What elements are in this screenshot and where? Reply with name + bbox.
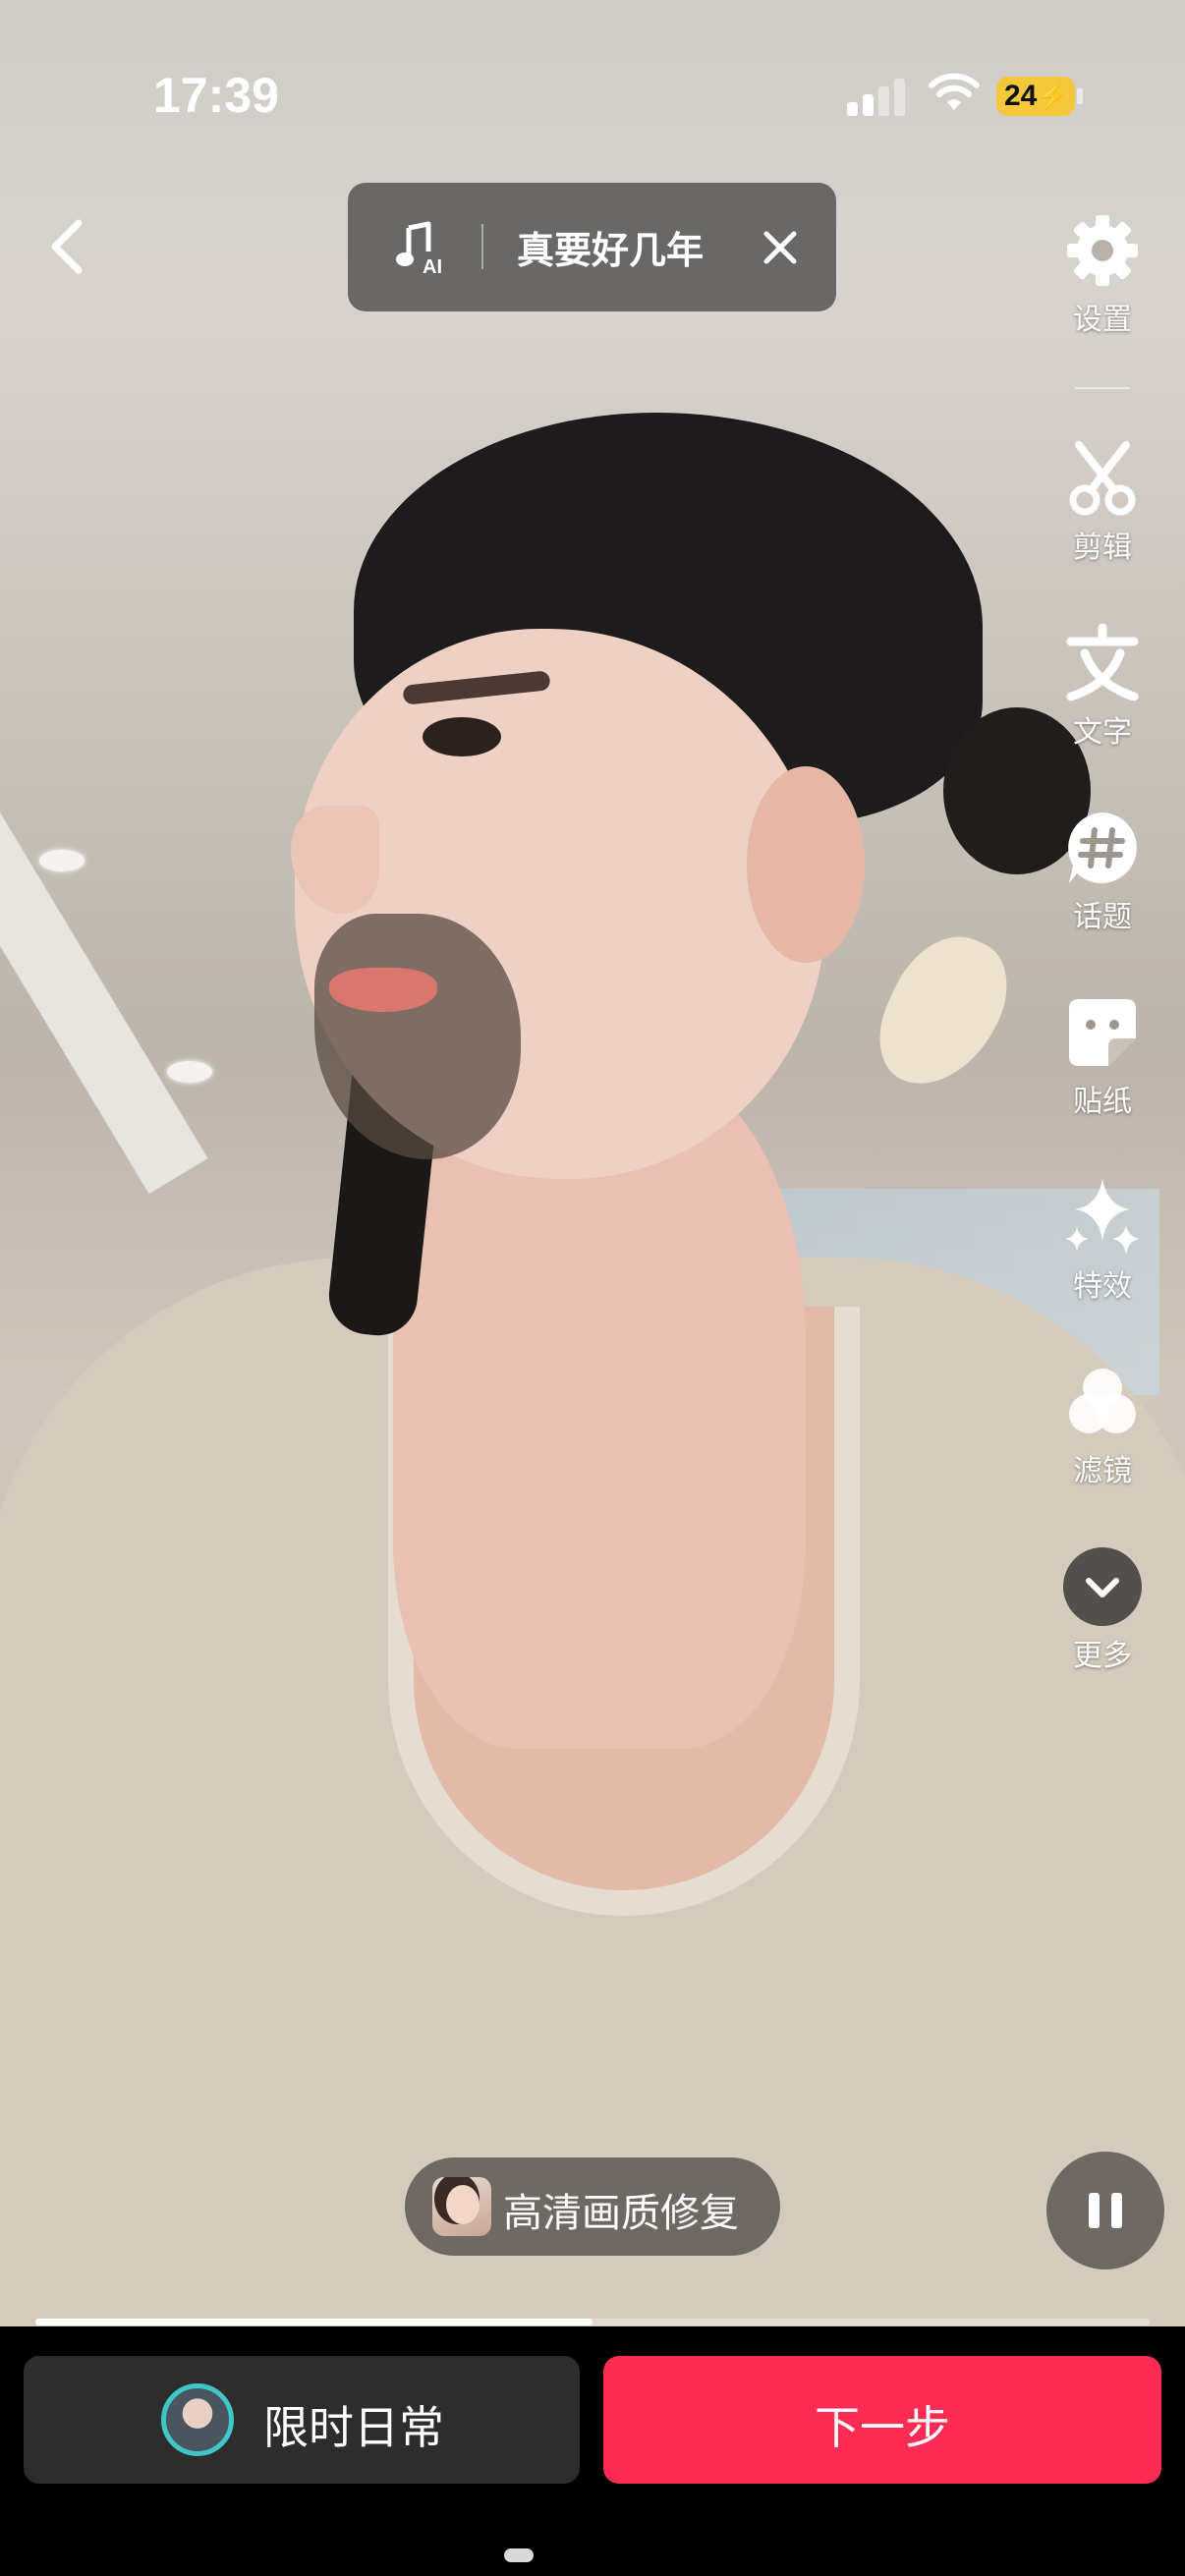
tool-label: 剪辑 [1073,531,1132,565]
hd-repair-label: 高清画质修复 [503,2191,739,2236]
pause-icon [1089,2193,1100,2228]
pill-divider [481,224,483,269]
status-time: 17:39 [153,68,279,123]
battery-icon: 24⚡ [996,77,1075,116]
tool-text[interactable]: 文字 [1040,619,1165,751]
ai-music-icon: AI [396,221,442,275]
sticker-icon [1069,999,1136,1066]
filter-icon [1069,1369,1136,1433]
chevron-down-icon [1063,1547,1142,1626]
playback-progress-fill [35,2319,592,2325]
close-icon [763,231,797,264]
subject-ear [747,766,865,963]
tool-filter[interactable]: 滤镜 [1040,1358,1165,1489]
tool-settings[interactable]: 设置 [1040,206,1165,338]
tool-more[interactable]: 更多 [1040,1542,1165,1674]
remove-music-button[interactable] [751,218,810,277]
selected-music-pill[interactable]: AI 真要好几年 [348,183,836,311]
playback-progress-bar[interactable] [35,2319,1150,2325]
tool-label: 特效 [1073,1269,1132,1304]
home-indicator [504,2548,534,2562]
video-preview[interactable] [0,0,1185,2326]
next-step-button[interactable]: 下一步 [603,2356,1161,2484]
tool-label: 贴纸 [1073,1085,1132,1119]
back-button[interactable] [37,212,96,281]
toolbar-divider [1075,387,1130,389]
daily-story-button[interactable]: 限时日常 [24,2356,580,2484]
tool-topic[interactable]: 话题 [1040,804,1165,935]
music-title: 真要好几年 [517,229,705,272]
tool-edit[interactable]: 剪辑 [1040,434,1165,566]
tool-effects[interactable]: 特效 [1040,1173,1165,1305]
pause-button[interactable] [1046,2152,1164,2269]
tool-label: 滤镜 [1073,1454,1132,1488]
hashtag-icon [1068,812,1137,883]
wifi-icon [929,73,980,110]
text-icon [1066,624,1139,701]
tool-label: 话题 [1073,900,1132,934]
battery-level: 24 [1004,80,1038,112]
tool-sticker[interactable]: 贴纸 [1040,988,1165,1120]
subject-eye [423,717,501,756]
tool-label: 设置 [1073,303,1132,337]
ceiling-light [167,1061,212,1083]
subject-lips [329,968,437,1012]
bottom-action-bar: 限时日常 下一步 [0,2326,1185,2576]
ceiling-light [39,850,85,871]
sparkle-icon [1065,1178,1140,1255]
scissors-icon [1069,441,1136,516]
tool-label: 文字 [1073,715,1132,750]
svg-text:AI: AI [423,256,442,275]
hd-repair-button[interactable]: 高清画质修复 [405,2157,780,2256]
daily-story-label: 限时日常 [263,2401,444,2454]
tool-label: 更多 [1073,1639,1132,1673]
beard-effect [314,914,521,1159]
battery-tip [1077,88,1083,104]
avatar [161,2383,234,2456]
next-step-label: 下一步 [815,2401,950,2454]
hd-repair-thumbnail [432,2177,491,2236]
gear-icon [1067,215,1138,286]
chevron-left-icon [51,219,83,274]
cellular-signal-icon [847,77,908,116]
hair-clip [862,918,1025,1106]
status-bar: 17:39 24⚡ [0,0,1185,187]
